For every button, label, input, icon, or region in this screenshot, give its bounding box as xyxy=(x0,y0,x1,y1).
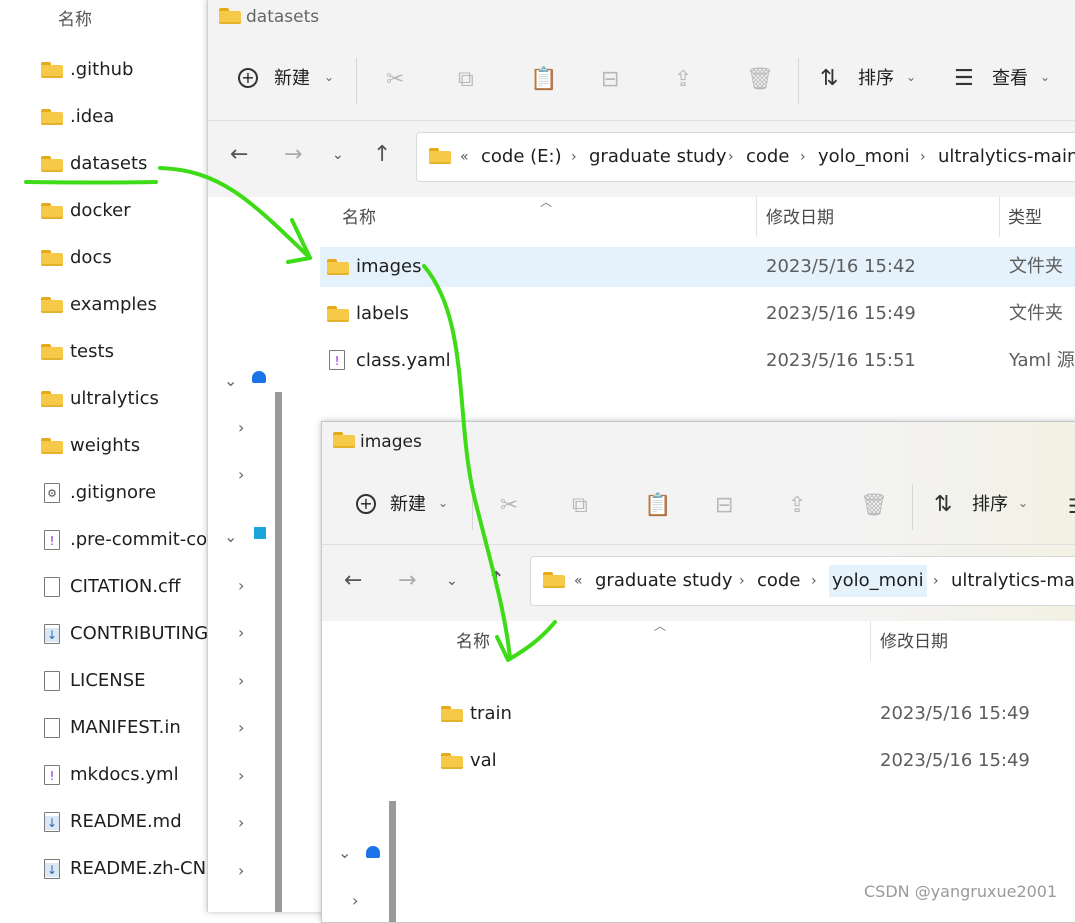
arrow-to-subfolders xyxy=(422,264,512,660)
watermark: CSDN @yangruxue2001 xyxy=(864,882,1058,901)
annotation-overlay xyxy=(24,166,557,662)
arrow-to-images xyxy=(158,166,312,260)
underline-annotation xyxy=(24,180,158,185)
